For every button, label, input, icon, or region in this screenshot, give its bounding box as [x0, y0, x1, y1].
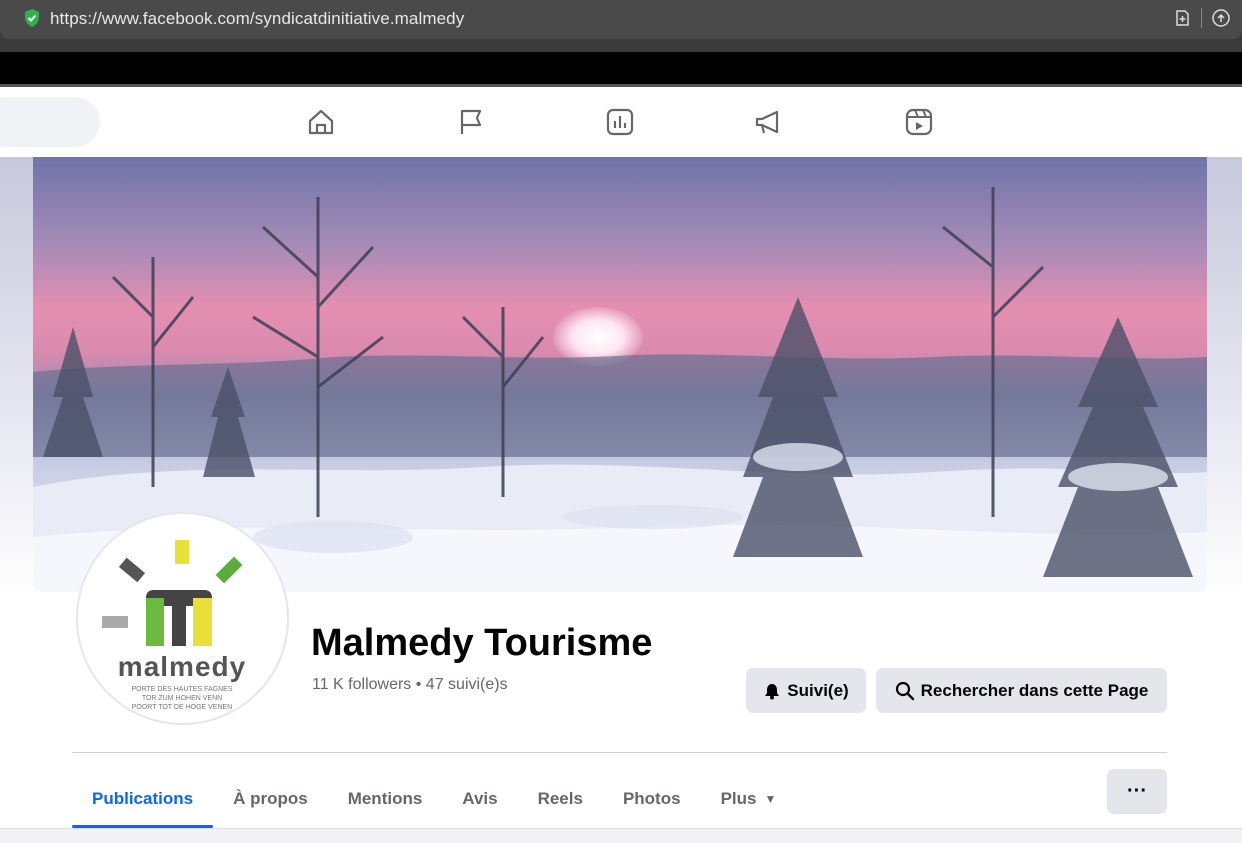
bell-icon — [765, 683, 780, 699]
profile-tabs: Publications À propos Mentions Avis Reel… — [72, 770, 796, 828]
page-stats[interactable]: 11 K followers • 47 suivi(e)s — [312, 676, 508, 694]
stats-icon[interactable] — [603, 105, 637, 139]
install-app-icon[interactable] — [1173, 8, 1193, 28]
facebook-top-nav — [0, 87, 1242, 157]
logo-tagline-3: POORT TOT DE HOGE VENEN — [132, 704, 233, 711]
tab-photos[interactable]: Photos — [603, 770, 701, 828]
profile-divider — [72, 752, 1167, 753]
follow-button[interactable]: Suivi(e) — [746, 668, 866, 713]
tab-publications[interactable]: Publications — [72, 770, 214, 828]
flag-icon[interactable] — [454, 105, 488, 139]
profile-picture[interactable]: malmedy PORTE DES HAUTES FAGNES TOR ZUM … — [76, 512, 289, 725]
reels-icon[interactable] — [902, 105, 936, 139]
separator — [1201, 8, 1202, 28]
search-input[interactable] — [0, 97, 100, 147]
home-icon[interactable] — [304, 105, 338, 139]
more-options-button[interactable]: ··· — [1107, 769, 1167, 814]
address-bar[interactable]: https://www.facebook.com/syndicatdinitia… — [0, 0, 1242, 39]
logo-wordmark: malmedy — [118, 651, 246, 682]
malmedy-logo: malmedy PORTE DES HAUTES FAGNES TOR ZUM … — [102, 540, 246, 711]
megaphone-icon[interactable] — [752, 105, 786, 139]
logo-tagline-2: TOR ZUM HOHEN VENN — [142, 695, 222, 702]
search-page-label: Rechercher dans cette Page — [920, 680, 1149, 700]
browser-chrome: https://www.facebook.com/syndicatdinitia… — [0, 0, 1242, 52]
toolbar-strip — [0, 52, 1242, 84]
logo-tagline-1: PORTE DES HAUTES FAGNES — [131, 686, 232, 693]
follow-label: Suivi(e) — [787, 680, 849, 700]
tab-reels[interactable]: Reels — [518, 770, 603, 828]
address-bar-actions — [1173, 7, 1232, 29]
tab-a-propos[interactable]: À propos — [213, 770, 328, 828]
url-text[interactable]: https://www.facebook.com/syndicatdinitia… — [50, 9, 464, 29]
tab-mentions[interactable]: Mentions — [328, 770, 443, 828]
search-icon — [895, 681, 914, 700]
shield-icon — [25, 9, 39, 27]
tab-plus[interactable]: Plus ▼ — [701, 770, 797, 828]
feed-background — [0, 828, 1242, 843]
search-page-button[interactable]: Rechercher dans cette Page — [876, 668, 1167, 713]
caret-down-icon: ▼ — [764, 792, 777, 806]
page-title: Malmedy Tourisme — [311, 622, 653, 664]
tab-avis[interactable]: Avis — [442, 770, 517, 828]
extension-icon[interactable] — [1210, 7, 1232, 29]
